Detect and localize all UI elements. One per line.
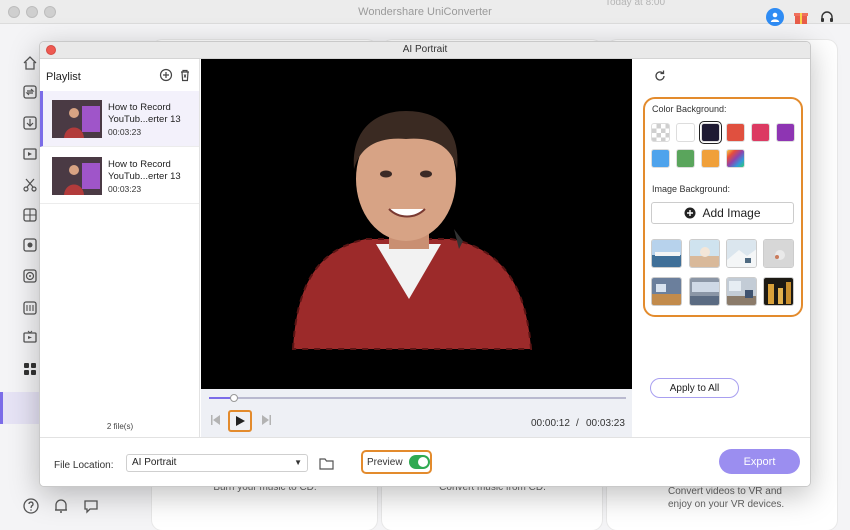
image-background-tile[interactable] [651,239,682,268]
image-background-tile[interactable] [651,277,682,306]
total-time: 00:03:23 [586,418,625,429]
video-compressor-icon[interactable] [21,145,39,163]
play-icon [236,416,245,426]
color-swatch[interactable] [676,149,695,168]
folder-icon[interactable] [318,455,334,471]
video-preview [201,59,632,389]
screen-recorder-icon[interactable] [21,236,39,254]
video-thumbnail [52,100,102,138]
merger-icon[interactable] [21,206,39,224]
current-time: 00:00:12 [531,418,570,429]
color-swatch[interactable] [726,123,745,142]
help-icon[interactable] [21,496,41,516]
color-swatch[interactable] [651,123,670,142]
toolbox-grid-icon[interactable] [21,360,39,378]
dialog-footer: File Location: AI Portrait ▼ Preview Exp… [40,437,810,486]
color-swatch[interactable] [699,121,722,144]
preview-toggle-group: Preview [361,450,432,474]
file-location-select[interactable]: AI Portrait ▼ [126,454,308,472]
background-settings-panel: Color Background: Image Background: Add … [632,59,810,437]
dvd-burner-icon[interactable] [21,267,39,285]
app-title: Wondershare UniConverter [358,6,492,18]
file-location-label: File Location: [54,460,114,471]
seek-bar[interactable] [209,394,626,402]
reset-icon[interactable] [652,68,668,84]
add-file-icon[interactable] [159,68,173,82]
color-swatch[interactable] [776,123,795,142]
play-button[interactable] [228,410,252,432]
image-background-tile[interactable] [726,277,757,306]
color-swatch[interactable] [726,149,745,168]
playlist-item[interactable]: How to Record YouTub...erter 13 00:03:23 [40,91,199,147]
portrait-cutout-image [201,59,632,389]
file-location-value: AI Portrait [132,457,177,468]
app-titlebar: Wondershare UniConverter Today at 8:00 [0,0,850,24]
time-separator: / [576,418,579,429]
converter-icon[interactable] [21,83,39,101]
downloader-icon[interactable] [21,114,39,132]
file-count: 2 file(s) [106,422,134,431]
image-background-tile[interactable] [689,277,720,306]
home-icon[interactable] [21,54,39,72]
export-button[interactable]: Export [719,449,800,474]
image-background-tile[interactable] [763,239,794,268]
preview-label: Preview [367,456,403,468]
video-thumbnail [52,157,102,195]
playlist-title: Playlist [46,71,81,83]
player-controls: 00:00:12 / 00:03:23 [201,389,632,437]
dialog-title: AI Portrait [402,44,448,55]
color-swatch[interactable] [651,149,670,168]
playlist-item-name: How to Record YouTub...erter 13 [108,159,181,182]
add-image-label: Add Image [702,206,761,220]
previous-frame-icon[interactable] [207,411,225,429]
playlist-panel: Playlist How to Record YouTub...erter 13… [40,59,200,437]
tv-icon[interactable] [21,328,39,346]
playlist-item-name: How to Record YouTub...erter 13 [108,102,181,125]
background-caption-vr: Convert videos to VR and enjoy on your V… [668,486,785,510]
notification-bell-icon[interactable] [51,496,71,516]
image-background-tile[interactable] [726,239,757,268]
player-icon[interactable] [21,299,39,317]
add-image-button[interactable]: Add Image [651,202,794,224]
color-swatch[interactable] [676,123,695,142]
playlist-item-duration: 00:03:23 [108,184,142,194]
user-account-icon[interactable] [766,8,784,26]
add-circle-icon [684,207,696,219]
apply-to-all-button[interactable]: Apply to All [650,378,739,398]
image-background-label: Image Background: [652,184,731,194]
delete-file-icon[interactable] [178,68,192,82]
scissors-editor-icon[interactable] [21,176,39,194]
playlist-item-duration: 00:03:23 [108,127,142,137]
headset-support-icon[interactable] [818,8,836,26]
color-background-label: Color Background: [652,104,727,114]
image-background-tile[interactable] [763,277,794,306]
next-frame-icon[interactable] [257,411,275,429]
color-swatch[interactable] [701,149,720,168]
playlist-item[interactable]: How to Record YouTub...erter 13 00:03:23 [40,148,199,204]
seek-handle[interactable] [230,394,239,402]
image-background-tile[interactable] [689,239,720,268]
app-title-fragment: Today at 8:00 [605,0,666,8]
sidebar [0,40,40,530]
dialog-titlebar: AI Portrait [40,42,810,59]
background-options-box: Color Background: Image Background: Add … [643,97,803,317]
chevron-down-icon: ▼ [294,458,302,467]
gift-icon[interactable] [792,8,810,26]
sidebar-active-indicator [0,392,40,424]
color-swatch[interactable] [751,123,770,142]
ai-portrait-dialog: AI Portrait Playlist How to Record YouTu… [39,41,811,487]
preview-toggle[interactable] [408,455,430,469]
feedback-icon[interactable] [81,496,101,516]
